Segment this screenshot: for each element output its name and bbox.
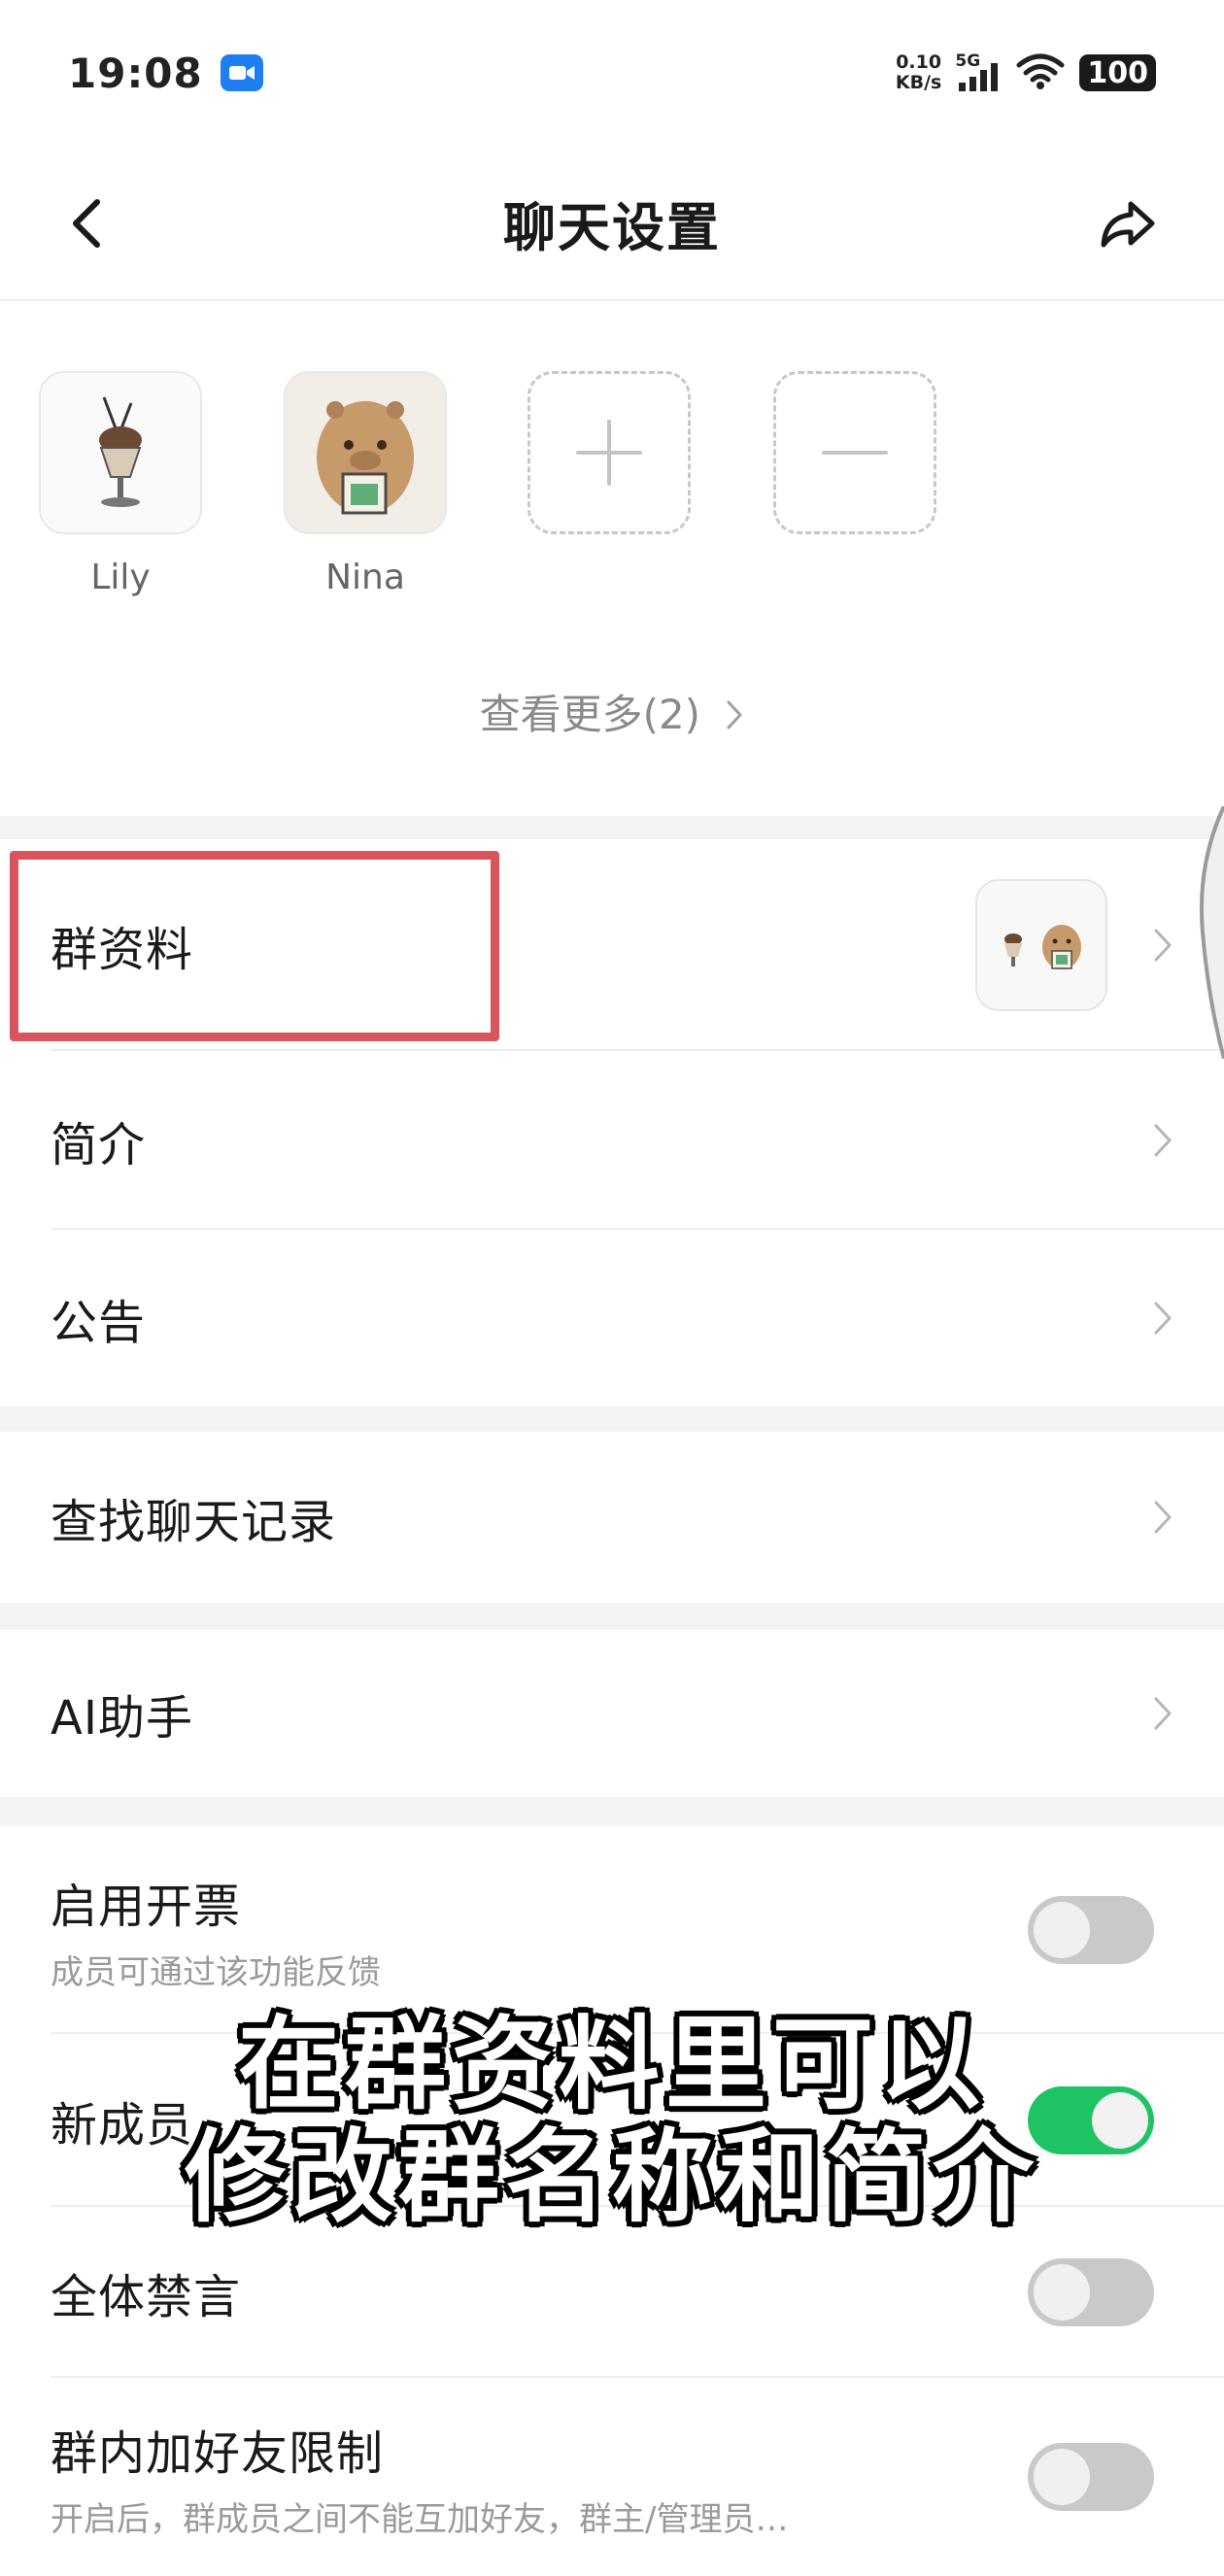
chevron-right-icon xyxy=(1148,1296,1177,1340)
member-grid: Lily Nina 查看更多(2) xyxy=(0,303,1224,816)
parfait-icon xyxy=(99,396,142,507)
plus-icon xyxy=(576,420,642,486)
mute-all-toggle[interactable] xyxy=(1028,2258,1154,2326)
cellular-signal-icon: 5G xyxy=(955,51,1002,92)
chevron-right-icon xyxy=(1148,1691,1177,1736)
caption-line-2: 修改群名称和简介 xyxy=(184,2118,1039,2236)
intro-row[interactable]: 简介 xyxy=(0,1051,1224,1230)
minus-icon xyxy=(822,451,888,455)
search-history-label: 查找聊天记录 xyxy=(51,1495,337,1549)
parfait-icon xyxy=(1004,933,1022,966)
member-name: Nina xyxy=(325,558,405,597)
highlight-box xyxy=(10,851,499,1041)
net-speed-unit: KB/s xyxy=(895,72,942,93)
member-name: Lily xyxy=(90,558,151,597)
back-arrow-icon[interactable] xyxy=(60,185,119,262)
nav-bar: 聊天设置 xyxy=(0,146,1224,301)
toggle-knob xyxy=(1034,1902,1090,1958)
announcement-row[interactable]: 公告 xyxy=(0,1230,1224,1407)
announcement-label: 公告 xyxy=(51,1296,147,1350)
page-title: 聊天设置 xyxy=(503,196,721,258)
enable-ticket-toggle[interactable] xyxy=(1028,1896,1154,1964)
wifi-icon xyxy=(1015,51,1066,94)
share-icon[interactable] xyxy=(1088,185,1166,262)
capybara-icon xyxy=(317,401,414,515)
enable-ticket-text: 启用开票 成员可通过该功能反馈 xyxy=(51,1868,381,1993)
add-member-button[interactable] xyxy=(527,371,691,534)
toggle-knob xyxy=(1034,2449,1090,2505)
view-more-members[interactable]: 查看更多(2) xyxy=(0,682,1224,741)
friend-limit-description: 开启后，群成员之间不能互加好友，群主/管理员… xyxy=(51,2499,789,2539)
toggle-knob xyxy=(1034,2264,1090,2321)
enable-ticket-label: 启用开票 xyxy=(51,1879,242,1934)
section-divider xyxy=(0,1797,1224,1826)
friend-limit-row: 群内加好友限制 开启后，群成员之间不能互加好友，群主/管理员… xyxy=(0,2378,1224,2576)
friend-limit-label: 群内加好友限制 xyxy=(51,2425,385,2481)
group-avatar xyxy=(975,879,1107,1011)
ai-assistant-label: AI助手 xyxy=(51,1691,193,1746)
search-history-row[interactable]: 查找聊天记录 xyxy=(0,1432,1224,1603)
member-item[interactable]: Nina xyxy=(284,371,447,597)
video-app-icon xyxy=(220,54,263,91)
mute-all-label: 全体禁言 xyxy=(51,2270,242,2324)
net-speed: 0.10 KB/s xyxy=(896,52,941,93)
status-time: 19:08 xyxy=(68,49,203,97)
chevron-right-icon xyxy=(1148,1495,1177,1540)
intro-label: 简介 xyxy=(51,1118,147,1172)
net-speed-value: 0.10 xyxy=(896,51,942,73)
avatar[interactable] xyxy=(284,371,447,534)
friend-limit-text: 群内加好友限制 开启后，群成员之间不能互加好友，群主/管理员… xyxy=(51,2415,788,2540)
view-more-label: 查看更多(2) xyxy=(479,691,701,738)
section-divider xyxy=(0,1603,1224,1630)
battery-indicator: 100 xyxy=(1079,54,1156,91)
section-divider xyxy=(0,816,1224,839)
screen-edge-decoration xyxy=(1199,806,1224,1059)
status-left: 19:08 xyxy=(68,50,263,97)
chevron-right-icon xyxy=(725,694,744,741)
remove-member-button[interactable] xyxy=(773,371,936,534)
member-item[interactable]: Lily xyxy=(39,371,202,597)
chevron-right-icon xyxy=(1148,1118,1177,1163)
capybara-icon xyxy=(1042,925,1081,969)
section-divider xyxy=(0,1407,1224,1432)
avatar[interactable] xyxy=(39,371,202,534)
status-bar: 19:08 0.10 KB/s 5G 100 xyxy=(0,0,1224,146)
friend-limit-toggle[interactable] xyxy=(1028,2443,1154,2511)
ai-assistant-row[interactable]: AI助手 xyxy=(0,1630,1224,1797)
status-right: 0.10 KB/s 5G 100 xyxy=(896,51,1156,94)
chevron-right-icon xyxy=(1148,923,1177,967)
